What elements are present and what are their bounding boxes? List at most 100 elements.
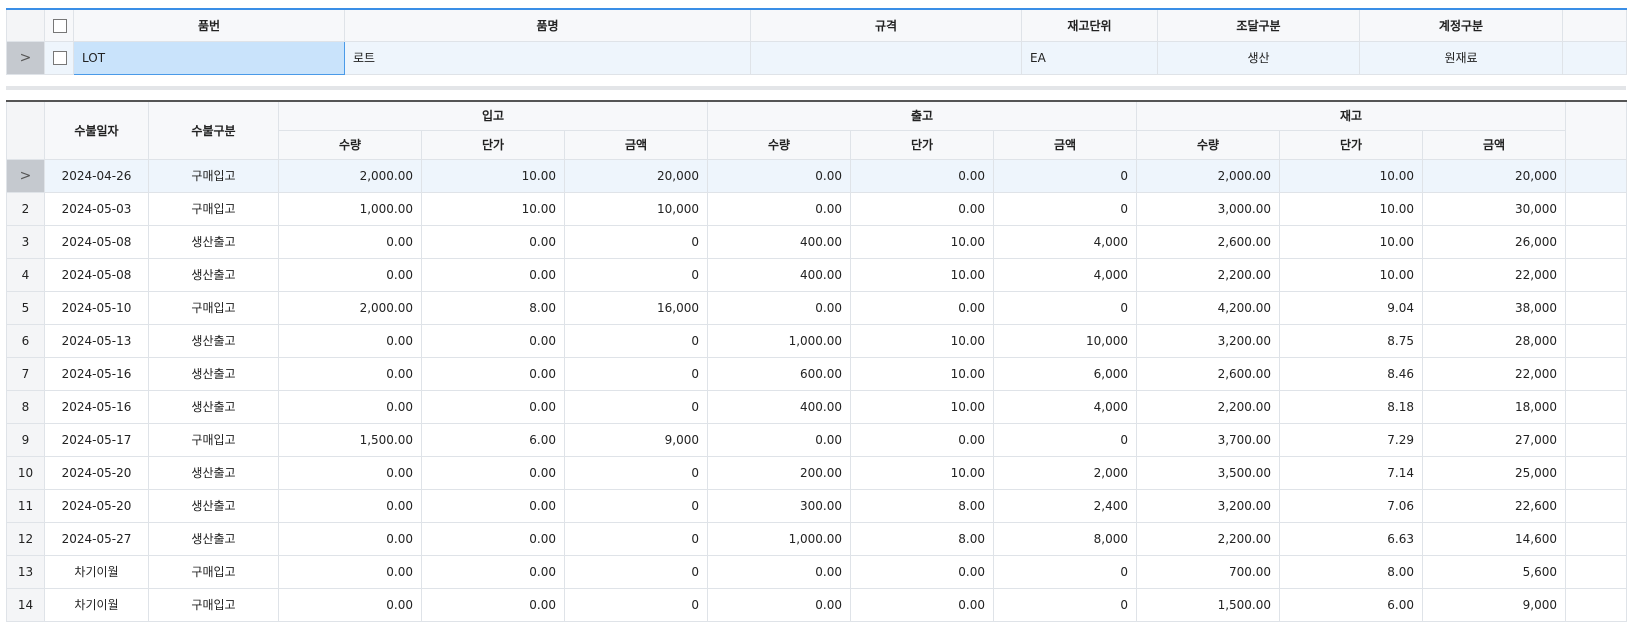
row-checkbox[interactable] [44, 40, 74, 75]
col-procurement[interactable]: 조달구분 [1157, 8, 1360, 42]
account-cell[interactable]: 원재료 [1359, 40, 1563, 75]
issue-price-cell[interactable]: 0.00 [850, 290, 994, 325]
date-cell[interactable]: 2024-05-13 [44, 323, 149, 358]
receipt-qty-cell[interactable]: 0.00 [278, 488, 422, 523]
receipt-price-cell[interactable]: 10.00 [421, 191, 565, 226]
stock-amount-cell[interactable]: 18,000 [1422, 389, 1566, 424]
stock-amount-cell[interactable]: 20,000 [1422, 158, 1566, 193]
receipt-qty-cell[interactable]: 0.00 [278, 455, 422, 490]
panel-splitter[interactable] [6, 86, 1626, 90]
row-number[interactable]: 4 [6, 257, 45, 292]
issue-amount-cell[interactable]: 0 [993, 290, 1137, 325]
table-row[interactable]: 3 2024-05-08 생산출고 0.00 0.00 0 400.00 10.00 4,000… [6, 224, 1627, 259]
receipt-amount-cell[interactable]: 0 [564, 521, 708, 556]
receipt-qty-cell[interactable]: 2,000.00 [278, 158, 422, 193]
row-number[interactable]: 2 [6, 191, 45, 226]
col-receipt-amount[interactable]: 금액 [564, 129, 708, 160]
receipt-amount-cell[interactable]: 9,000 [564, 422, 708, 457]
item-code-cell[interactable]: LOT [73, 40, 345, 75]
issue-amount-cell[interactable]: 0 [993, 191, 1137, 226]
row-number[interactable]: 12 [6, 521, 45, 556]
issue-price-cell[interactable]: 0.00 [850, 422, 994, 457]
issue-amount-cell[interactable]: 10,000 [993, 323, 1137, 358]
stock-price-cell[interactable]: 10.00 [1279, 224, 1423, 259]
col-receipt-price[interactable]: 단가 [421, 129, 565, 160]
issue-qty-cell[interactable]: 600.00 [707, 356, 851, 391]
receipt-amount-cell[interactable]: 0 [564, 389, 708, 424]
stock-price-cell[interactable]: 7.06 [1279, 488, 1423, 523]
receipt-price-cell[interactable]: 0.00 [421, 257, 565, 292]
item-row[interactable]: > LOT 로트 EA 생산 원재료 [6, 40, 1627, 75]
issue-qty-cell[interactable]: 200.00 [707, 455, 851, 490]
date-cell[interactable]: 2024-05-27 [44, 521, 149, 556]
stock-qty-cell[interactable]: 2,200.00 [1136, 521, 1280, 556]
receipt-price-cell[interactable]: 0.00 [421, 323, 565, 358]
type-cell[interactable]: 구매입고 [148, 191, 279, 226]
receipt-price-cell[interactable]: 0.00 [421, 488, 565, 523]
receipt-price-cell[interactable]: 0.00 [421, 356, 565, 391]
receipt-qty-cell[interactable]: 0.00 [278, 521, 422, 556]
type-cell[interactable]: 구매입고 [148, 554, 279, 589]
receipt-price-cell[interactable]: 0.00 [421, 224, 565, 259]
receipt-price-cell[interactable]: 10.00 [421, 158, 565, 193]
col-account[interactable]: 계정구분 [1359, 8, 1563, 42]
issue-amount-cell[interactable]: 6,000 [993, 356, 1137, 391]
current-row-indicator[interactable]: > [6, 158, 45, 193]
issue-amount-cell[interactable]: 2,400 [993, 488, 1137, 523]
col-stock-qty[interactable]: 수량 [1136, 129, 1280, 160]
stock-amount-cell[interactable]: 9,000 [1422, 587, 1566, 622]
stock-amount-cell[interactable]: 22,000 [1422, 257, 1566, 292]
stock-qty-cell[interactable]: 2,600.00 [1136, 224, 1280, 259]
stock-amount-cell[interactable]: 22,000 [1422, 356, 1566, 391]
col-issue-amount[interactable]: 금액 [993, 129, 1137, 160]
issue-price-cell[interactable]: 10.00 [850, 224, 994, 259]
table-row[interactable]: 2 2024-05-03 구매입고 1,000.00 10.00 10,000 0.00 0.… [6, 191, 1627, 226]
issue-amount-cell[interactable]: 0 [993, 554, 1137, 589]
stock-price-cell[interactable]: 9.04 [1279, 290, 1423, 325]
issue-amount-cell[interactable]: 4,000 [993, 257, 1137, 292]
table-row[interactable]: 13 차기이월 구매입고 0.00 0.00 0 0.00 0.00 0 700.00 8.00 5,… [6, 554, 1627, 589]
stock-price-cell[interactable]: 6.63 [1279, 521, 1423, 556]
type-cell[interactable]: 구매입고 [148, 290, 279, 325]
date-cell[interactable]: 2024-05-20 [44, 488, 149, 523]
issue-qty-cell[interactable]: 1,000.00 [707, 323, 851, 358]
receipt-qty-cell[interactable]: 0.00 [278, 554, 422, 589]
col-issue-price[interactable]: 단가 [850, 129, 994, 160]
select-all-checkbox[interactable] [44, 8, 74, 42]
col-receipt-qty[interactable]: 수량 [278, 129, 422, 160]
date-cell[interactable]: 2024-05-08 [44, 224, 149, 259]
receipt-amount-cell[interactable]: 0 [564, 488, 708, 523]
type-cell[interactable]: 생산출고 [148, 389, 279, 424]
issue-price-cell[interactable]: 10.00 [850, 455, 994, 490]
receipt-amount-cell[interactable]: 0 [564, 257, 708, 292]
date-cell[interactable]: 2024-05-17 [44, 422, 149, 457]
stock-qty-cell[interactable]: 700.00 [1136, 554, 1280, 589]
table-row[interactable]: 12 2024-05-27 생산출고 0.00 0.00 0 1,000.00 8.00 8,0… [6, 521, 1627, 556]
col-item-name[interactable]: 품명 [344, 8, 751, 42]
stock-amount-cell[interactable]: 28,000 [1422, 323, 1566, 358]
type-cell[interactable]: 생산출고 [148, 224, 279, 259]
current-row-indicator[interactable]: > [6, 40, 45, 75]
col-issue-qty[interactable]: 수량 [707, 129, 851, 160]
issue-price-cell[interactable]: 0.00 [850, 158, 994, 193]
stock-qty-cell[interactable]: 3,700.00 [1136, 422, 1280, 457]
receipt-qty-cell[interactable]: 0.00 [278, 224, 422, 259]
issue-price-cell[interactable]: 10.00 [850, 356, 994, 391]
receipt-qty-cell[interactable]: 0.00 [278, 356, 422, 391]
type-cell[interactable]: 생산출고 [148, 356, 279, 391]
issue-amount-cell[interactable]: 4,000 [993, 389, 1137, 424]
receipt-qty-cell[interactable]: 1,500.00 [278, 422, 422, 457]
issue-amount-cell[interactable]: 2,000 [993, 455, 1137, 490]
stock-amount-cell[interactable]: 30,000 [1422, 191, 1566, 226]
stock-qty-cell[interactable]: 1,500.00 [1136, 587, 1280, 622]
stock-qty-cell[interactable]: 2,200.00 [1136, 257, 1280, 292]
receipt-amount-cell[interactable]: 20,000 [564, 158, 708, 193]
issue-qty-cell[interactable]: 0.00 [707, 290, 851, 325]
issue-amount-cell[interactable]: 8,000 [993, 521, 1137, 556]
receipt-price-cell[interactable]: 0.00 [421, 389, 565, 424]
stock-price-cell[interactable]: 10.00 [1279, 257, 1423, 292]
stock-price-cell[interactable]: 10.00 [1279, 158, 1423, 193]
stock-unit-cell[interactable]: EA [1021, 40, 1158, 75]
row-number[interactable]: 11 [6, 488, 45, 523]
issue-qty-cell[interactable]: 0.00 [707, 191, 851, 226]
